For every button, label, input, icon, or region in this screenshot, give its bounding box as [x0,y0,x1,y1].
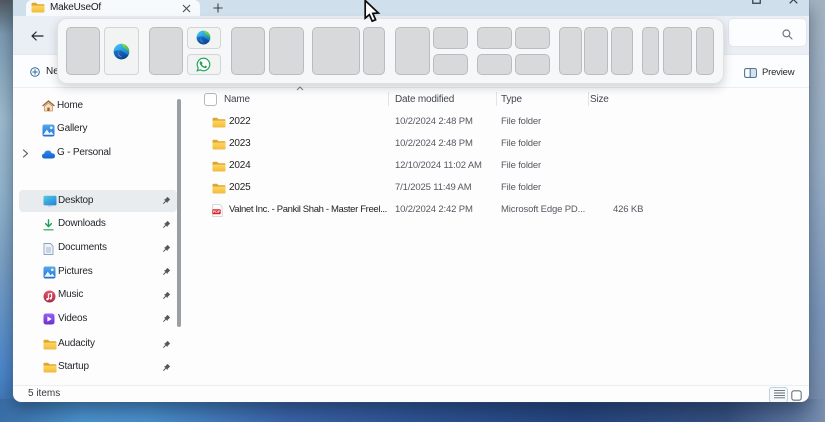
svg-text:PDF: PDF [213,210,221,214]
